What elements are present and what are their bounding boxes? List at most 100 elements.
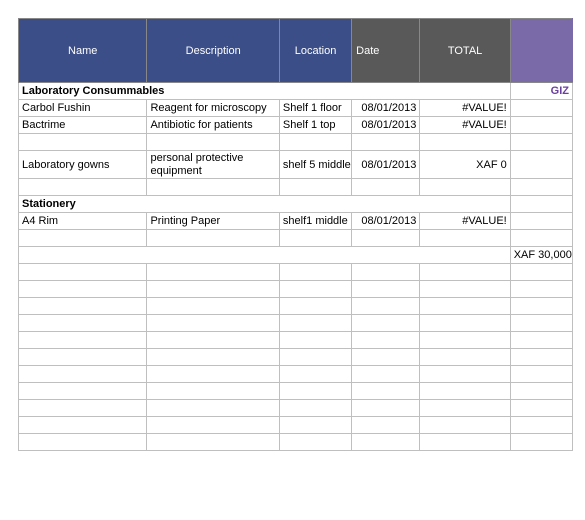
cell-extra[interactable]: [510, 151, 572, 179]
section-right-label[interactable]: GIZ: [510, 83, 572, 100]
blank-cell[interactable]: [147, 264, 279, 281]
cell-name[interactable]: Carbol Fushin: [19, 100, 147, 117]
cell-name[interactable]: Bactrime: [19, 117, 147, 134]
blank-cell[interactable]: [19, 434, 147, 451]
blank-cell[interactable]: [352, 264, 420, 281]
section-title[interactable]: Laboratory Consummables: [19, 83, 511, 100]
blank-cell[interactable]: [279, 349, 351, 366]
cell-date[interactable]: 08/01/2013: [352, 213, 420, 230]
blank-cell[interactable]: [147, 315, 279, 332]
blank-cell[interactable]: [510, 332, 572, 349]
cell-location[interactable]: [279, 230, 351, 247]
cell-date[interactable]: 08/01/2013: [352, 151, 420, 179]
cell-location[interactable]: shelf 5 middle: [279, 151, 351, 179]
section-right-label[interactable]: [510, 196, 572, 213]
blank-cell[interactable]: [420, 383, 510, 400]
blank-cell[interactable]: [147, 383, 279, 400]
cell-extra[interactable]: [510, 179, 572, 196]
cell-total[interactable]: XAF 0: [420, 151, 510, 179]
cell-extra[interactable]: [510, 100, 572, 117]
blank-cell[interactable]: [352, 315, 420, 332]
blank-cell[interactable]: [19, 315, 147, 332]
blank-cell[interactable]: [147, 434, 279, 451]
blank-cell[interactable]: [352, 366, 420, 383]
blank-cell[interactable]: [279, 264, 351, 281]
blank-cell[interactable]: [352, 332, 420, 349]
cell-location[interactable]: [279, 134, 351, 151]
cell-total[interactable]: [420, 179, 510, 196]
cell-date[interactable]: [352, 230, 420, 247]
cell-extra[interactable]: [510, 134, 572, 151]
blank-cell[interactable]: [19, 298, 147, 315]
cell-extra[interactable]: [510, 117, 572, 134]
blank-cell[interactable]: [279, 434, 351, 451]
blank-cell[interactable]: [420, 400, 510, 417]
cell-date[interactable]: [352, 179, 420, 196]
cell-extra[interactable]: [510, 230, 572, 247]
cell-name[interactable]: [19, 134, 147, 151]
col-date[interactable]: Date: [352, 19, 420, 83]
blank-cell[interactable]: [510, 366, 572, 383]
cell-date[interactable]: [352, 134, 420, 151]
cell-name[interactable]: Laboratory gowns: [19, 151, 147, 179]
cell-description[interactable]: Antibiotic for patients: [147, 117, 279, 134]
cell-name[interactable]: [19, 230, 147, 247]
col-name[interactable]: Name: [19, 19, 147, 83]
summary-total[interactable]: XAF 30,000: [510, 247, 572, 264]
blank-cell[interactable]: [147, 349, 279, 366]
blank-cell[interactable]: [147, 417, 279, 434]
blank-cell[interactable]: [510, 315, 572, 332]
blank-cell[interactable]: [420, 349, 510, 366]
blank-cell[interactable]: [279, 400, 351, 417]
blank-cell[interactable]: [147, 281, 279, 298]
blank-cell[interactable]: [147, 298, 279, 315]
col-total[interactable]: TOTAL: [420, 19, 510, 83]
blank-cell[interactable]: [420, 298, 510, 315]
cell-date[interactable]: 08/01/2013: [352, 100, 420, 117]
cell-location[interactable]: [279, 179, 351, 196]
cell-description[interactable]: [147, 134, 279, 151]
blank-cell[interactable]: [510, 298, 572, 315]
section-title[interactable]: Stationery: [19, 196, 511, 213]
cell-location[interactable]: shelf1 middle: [279, 213, 351, 230]
blank-cell[interactable]: [279, 383, 351, 400]
blank-cell[interactable]: [420, 332, 510, 349]
blank-cell[interactable]: [147, 332, 279, 349]
blank-cell[interactable]: [279, 366, 351, 383]
blank-cell[interactable]: [352, 281, 420, 298]
cell-date[interactable]: 08/01/2013: [352, 117, 420, 134]
blank-cell[interactable]: [352, 417, 420, 434]
blank-cell[interactable]: [279, 281, 351, 298]
blank-cell[interactable]: [510, 434, 572, 451]
cell-total[interactable]: [420, 230, 510, 247]
cell-description[interactable]: Printing Paper: [147, 213, 279, 230]
cell-name[interactable]: [19, 179, 147, 196]
blank-cell[interactable]: [19, 281, 147, 298]
cell-total[interactable]: #VALUE!: [420, 117, 510, 134]
blank-cell[interactable]: [510, 281, 572, 298]
cell-location[interactable]: Shelf 1 floor: [279, 100, 351, 117]
blank-cell[interactable]: [352, 298, 420, 315]
cell-total[interactable]: [420, 134, 510, 151]
blank-cell[interactable]: [420, 315, 510, 332]
blank-cell[interactable]: [279, 315, 351, 332]
blank-cell[interactable]: [352, 400, 420, 417]
cell-extra[interactable]: [510, 213, 572, 230]
blank-cell[interactable]: [420, 434, 510, 451]
blank-cell[interactable]: [352, 383, 420, 400]
blank-cell[interactable]: [420, 417, 510, 434]
blank-cell[interactable]: [510, 349, 572, 366]
blank-cell[interactable]: [510, 383, 572, 400]
cell-total[interactable]: #VALUE!: [420, 100, 510, 117]
blank-cell[interactable]: [19, 400, 147, 417]
blank-cell[interactable]: [279, 332, 351, 349]
blank-cell[interactable]: [147, 400, 279, 417]
cell-total[interactable]: #VALUE!: [420, 213, 510, 230]
blank-cell[interactable]: [420, 281, 510, 298]
blank-cell[interactable]: [279, 417, 351, 434]
blank-cell[interactable]: [510, 264, 572, 281]
blank-cell[interactable]: [352, 349, 420, 366]
col-extra[interactable]: [510, 19, 572, 83]
blank-cell[interactable]: [19, 366, 147, 383]
col-location[interactable]: Location: [279, 19, 351, 83]
